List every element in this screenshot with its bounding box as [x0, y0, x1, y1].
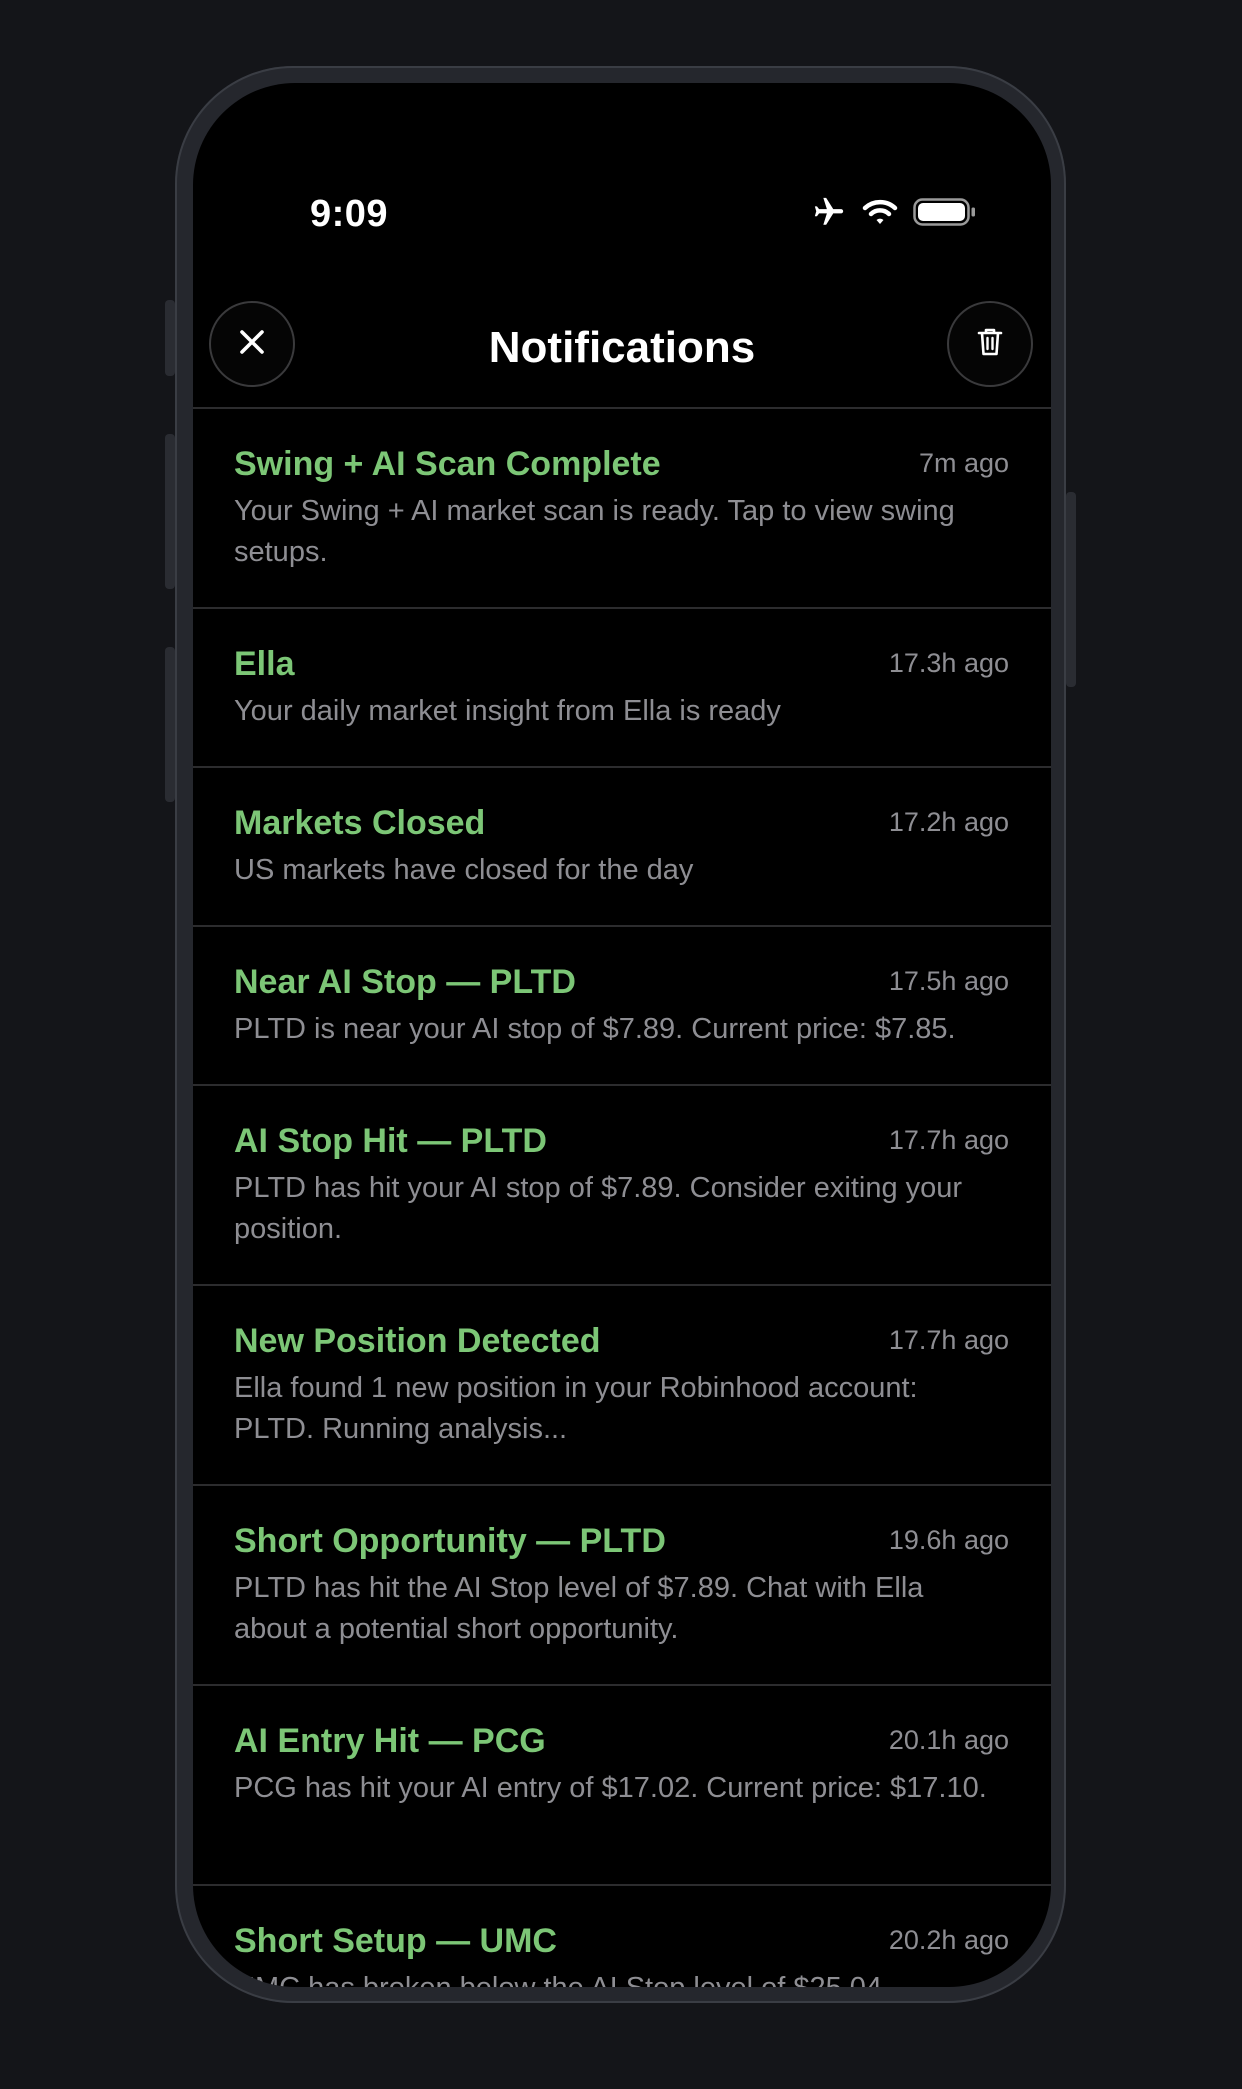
notification-time: 20.1h ago [888, 1725, 1009, 1755]
notification-time: 17.3h ago [888, 648, 1009, 678]
airplane-icon [811, 195, 847, 234]
notification-item[interactable]: Ella 17.3h ago Your daily market insight… [193, 609, 1051, 768]
notification-item[interactable]: Short Setup — UMC 20.2h ago UMC has brok… [193, 1886, 1051, 1987]
trash-icon [976, 326, 1004, 363]
notification-time: 19.6h ago [888, 1525, 1009, 1555]
wifi-icon [861, 197, 899, 232]
status-bar: 9:09 [193, 83, 1051, 263]
side-button-volume-down [165, 647, 175, 802]
side-button-mute [165, 300, 175, 376]
notification-body: Your daily market insight from Ella is r… [234, 695, 781, 727]
notification-time: 20.2h ago [888, 1925, 1009, 1955]
page-title: Notifications [488, 323, 756, 372]
notification-body: PLTD has hit the AI Stop level of $7.89.… [234, 1572, 924, 1645]
battery-icon [913, 197, 977, 232]
status-time: 9:09 [310, 193, 389, 235]
notification-body: UMC has broken below the AI Stop level o… [234, 1968, 1009, 1987]
notification-body: Ella found 1 new position in your Robinh… [234, 1372, 918, 1445]
notification-title: Swing + AI Scan Complete [234, 445, 661, 483]
notification-time: 17.2h ago [888, 807, 1009, 837]
notification-time: 17.7h ago [888, 1325, 1009, 1355]
phone-screen: 9:09 Notifications Swing + AI Scan Compl… [193, 83, 1051, 1987]
notification-list: Swing + AI Scan Complete 7m ago Your Swi… [193, 407, 1051, 1987]
side-button-power [1066, 492, 1076, 687]
notification-item[interactable]: Short Opportunity — PLTD 19.6h ago PLTD … [193, 1486, 1051, 1686]
side-button-volume-up [165, 434, 175, 589]
notification-body: PCG has hit your AI entry of $17.02. Cur… [234, 1772, 987, 1804]
notification-body: PLTD has hit your AI stop of $7.89. Cons… [234, 1172, 963, 1245]
notification-time: 17.5h ago [888, 966, 1009, 996]
notifications-header: Notifications [193, 293, 1051, 407]
notification-body: Your Swing + AI market scan is ready. Ta… [234, 495, 955, 568]
notification-body: US markets have closed for the day [234, 854, 694, 886]
notification-item[interactable]: Markets Closed 17.2h ago US markets have… [193, 768, 1051, 927]
notification-item[interactable]: Swing + AI Scan Complete 7m ago Your Swi… [193, 409, 1051, 609]
notification-item[interactable]: Near AI Stop — PLTD 17.5h ago PLTD is ne… [193, 927, 1051, 1086]
notification-body: PLTD is near your AI stop of $7.89. Curr… [234, 1013, 956, 1045]
status-icons [811, 195, 977, 234]
notification-item[interactable]: AI Stop Hit — PLTD 17.7h ago PLTD has hi… [193, 1086, 1051, 1286]
notification-item[interactable]: New Position Detected 17.7h ago Ella fou… [193, 1286, 1051, 1486]
notification-item[interactable]: AI Entry Hit — PCG 20.1h ago PCG has hit… [193, 1686, 1051, 1886]
clear-all-button[interactable] [947, 301, 1033, 387]
notification-time: 17.7h ago [888, 1125, 1009, 1155]
notification-time: 7m ago [918, 448, 1009, 478]
